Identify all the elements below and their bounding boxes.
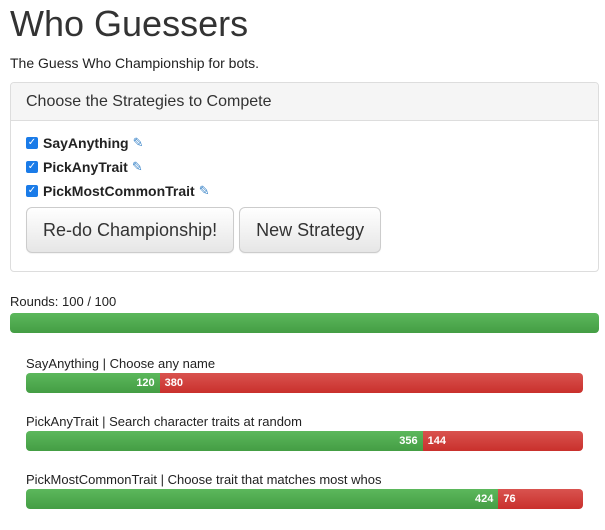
strategy-row-pickmostcommontrait: ✓ PickMostCommonTrait ✎ xyxy=(26,181,583,201)
page-subtitle: The Guess Who Championship for bots. xyxy=(10,55,260,71)
checkbox-checked-icon[interactable]: ✓ xyxy=(26,161,38,173)
button-row: Re-do Championship! New Strategy xyxy=(26,207,583,253)
panel-title: Choose the Strategies to Compete xyxy=(26,92,272,110)
edit-pencil-icon[interactable]: ✎ xyxy=(132,159,143,175)
result-label: SayAnything | Choose any name xyxy=(26,356,216,371)
redo-championship-button[interactable]: Re-do Championship! xyxy=(26,207,235,253)
checkbox-checked-icon[interactable]: ✓ xyxy=(26,137,38,149)
panel-heading: Choose the Strategies to Compete xyxy=(11,83,598,121)
win-segment: 120 xyxy=(26,373,160,393)
result-sayanything: SayAnything | Choose any name 120 380 xyxy=(26,355,595,393)
strategy-label: SayAnything xyxy=(43,135,129,151)
rounds-label: Rounds: 100 / 100 xyxy=(10,294,117,309)
rounds-progress-bar xyxy=(10,313,599,333)
result-bar: 424 76 xyxy=(26,489,583,509)
new-strategy-button[interactable]: New Strategy xyxy=(239,207,382,253)
edit-pencil-icon[interactable]: ✎ xyxy=(199,183,210,199)
win-segment: 356 xyxy=(26,431,423,451)
strategy-row-pickanytrait: ✓ PickAnyTrait ✎ xyxy=(26,157,583,177)
result-bar: 356 144 xyxy=(26,431,583,451)
loss-segment: 144 xyxy=(422,431,583,451)
page-title: Who Guessers xyxy=(10,3,249,44)
strategy-label: PickAnyTrait xyxy=(43,159,128,175)
results-list: SayAnything | Choose any name 120 380 Pi… xyxy=(10,355,595,509)
result-bar: 120 380 xyxy=(26,373,583,393)
strategy-row-sayanything: ✓ SayAnything ✎ xyxy=(26,133,583,153)
result-label: PickMostCommonTrait | Choose trait that … xyxy=(26,472,382,487)
result-label: PickAnyTrait | Search character traits a… xyxy=(26,414,302,429)
loss-segment: 380 xyxy=(159,373,583,393)
loss-segment: 76 xyxy=(498,489,583,509)
rounds-progress-fill xyxy=(10,313,599,333)
page: Who Guessers The Guess Who Championship … xyxy=(0,0,605,509)
panel-body: ✓ SayAnything ✎ ✓ PickAnyTrait ✎ ✓ PickM… xyxy=(11,121,598,253)
checkbox-checked-icon[interactable]: ✓ xyxy=(26,185,38,197)
strategies-panel: Choose the Strategies to Compete ✓ SayAn… xyxy=(10,82,599,272)
result-pickanytrait: PickAnyTrait | Search character traits a… xyxy=(26,413,595,451)
result-pickmostcommontrait: PickMostCommonTrait | Choose trait that … xyxy=(26,471,595,509)
win-segment: 424 xyxy=(26,489,499,509)
edit-pencil-icon[interactable]: ✎ xyxy=(133,135,144,151)
strategy-label: PickMostCommonTrait xyxy=(43,183,195,199)
